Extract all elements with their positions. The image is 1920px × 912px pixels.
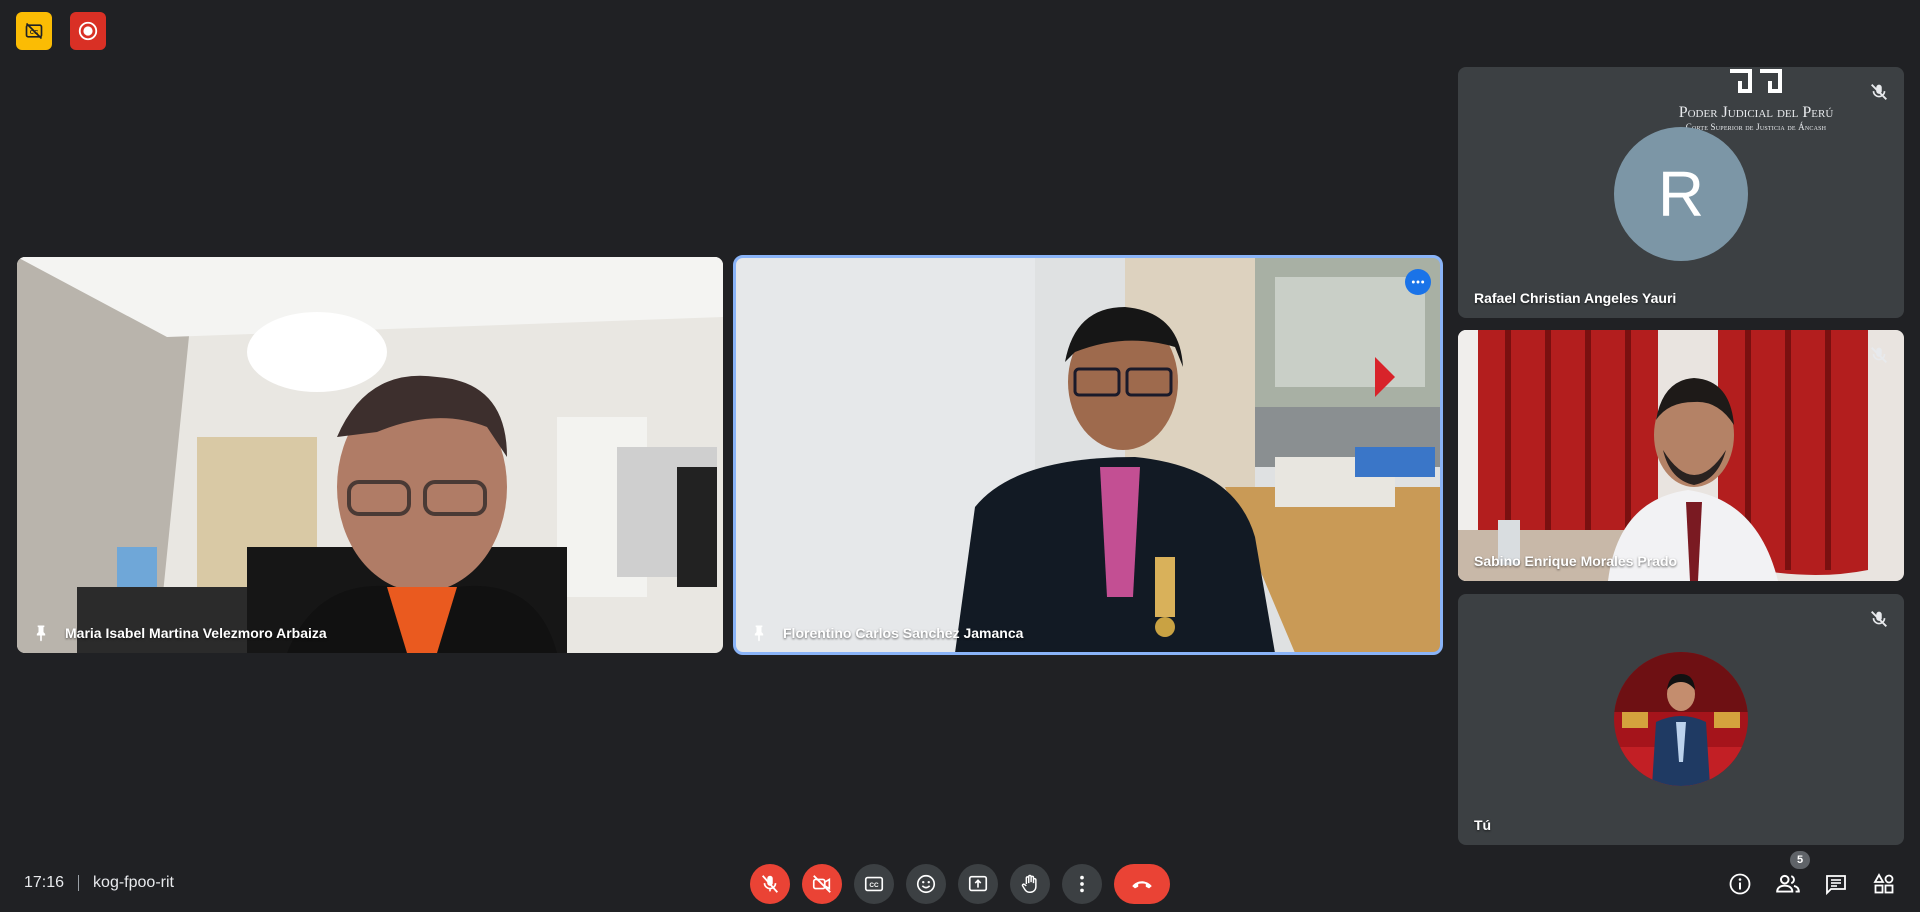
participant-name: Rafael Christian Angeles Yauri [1474, 290, 1677, 306]
pin-icon[interactable] [31, 623, 51, 643]
closed-captions-icon: CC [864, 876, 884, 892]
activities-icon [1873, 873, 1894, 894]
participant-video [1458, 330, 1904, 581]
chat-icon [1826, 875, 1846, 896]
leave-call-button[interactable] [1114, 864, 1170, 904]
participant-name: Sabino Enrique Morales Prado [1474, 553, 1678, 569]
watermark-title: Poder Judicial del Perú [1678, 104, 1834, 121]
hand-icon [1021, 874, 1037, 893]
recording-icon [78, 21, 98, 41]
captions-off-indicator[interactable]: CC [16, 12, 52, 50]
divider [78, 875, 80, 891]
watermark: Poder Judicial del Perú Corte Superior d… [1646, 67, 1866, 132]
avatar-letter: R [1657, 158, 1705, 230]
clock-time: 17:16 [24, 874, 65, 891]
meeting-code: kog-fpoo-rit [93, 874, 174, 891]
microphone-toggle-button[interactable] [750, 864, 790, 904]
closed-captions-off-icon: CC [25, 22, 43, 40]
muted-mic-icon [1871, 611, 1887, 627]
participant-name: Florentino Carlos Sanchez Jamanca [783, 625, 1024, 641]
participant-tile-florentino[interactable]: Florentino Carlos Sanchez Jamanca [733, 255, 1443, 655]
more-options-button[interactable] [1062, 864, 1102, 904]
self-avatar-image [1614, 652, 1748, 786]
judicial-logo [1730, 69, 1782, 93]
svg-text:CC: CC [869, 882, 879, 889]
activities-button[interactable] [1868, 868, 1900, 900]
participant-name: Tú [1474, 817, 1492, 833]
present-screen-button[interactable] [958, 864, 998, 904]
recording-indicator[interactable] [70, 12, 106, 50]
info-icon [1729, 873, 1751, 895]
muted-mic-icon [1871, 347, 1887, 363]
participant-tile-self[interactable]: Tú [1458, 594, 1904, 845]
participant-tile-sabino[interactable]: Sabino Enrique Morales Prado [1458, 330, 1904, 581]
reactions-button[interactable] [906, 864, 946, 904]
more-horizontal-icon [1411, 280, 1425, 284]
pin-icon[interactable] [749, 623, 769, 643]
meeting-info: 17:16 kog-fpoo-rit [24, 874, 174, 892]
meeting-details-button[interactable] [1724, 868, 1756, 900]
more-vertical-icon [1080, 875, 1084, 893]
people-icon [1776, 874, 1800, 893]
participant-tile-rafael[interactable]: Poder Judicial del Perú Corte Superior d… [1458, 67, 1904, 318]
participant-tile-maria[interactable]: Maria Isabel Martina Velezmoro Arbaiza [17, 257, 723, 653]
participant-name: Maria Isabel Martina Velezmoro Arbaiza [65, 625, 327, 641]
muted-mic-icon [1871, 84, 1887, 100]
participant-video [17, 257, 723, 653]
captions-button[interactable]: CC [854, 864, 894, 904]
emoji-icon [916, 874, 936, 894]
more-options-button[interactable] [1405, 269, 1431, 295]
mic-off-icon [761, 875, 779, 893]
people-count: 5 [1796, 854, 1804, 866]
raise-hand-button[interactable] [1010, 864, 1050, 904]
present-screen-icon [968, 875, 988, 892]
video-off-icon [812, 875, 831, 893]
avatar: R [1614, 127, 1748, 261]
people-button[interactable]: 5 [1772, 851, 1810, 900]
chat-button[interactable] [1820, 868, 1852, 900]
participant-video [735, 257, 1441, 653]
people-count-badge: 5 [1790, 851, 1810, 869]
hang-up-icon [1132, 881, 1152, 889]
camera-toggle-button[interactable] [802, 864, 842, 904]
